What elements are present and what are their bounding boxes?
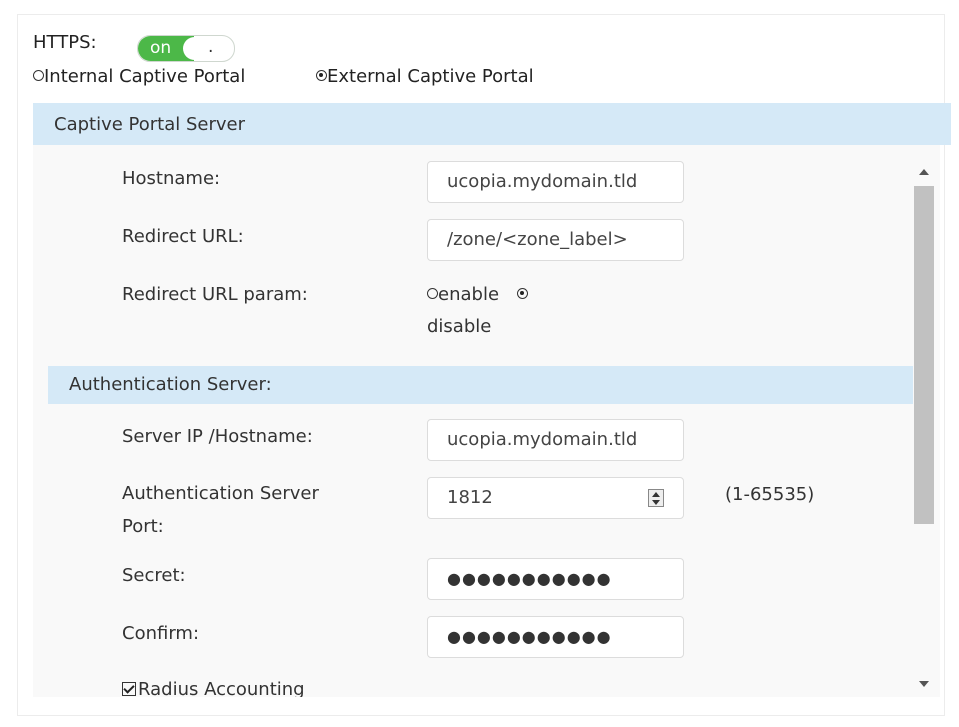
https-label: HTTPS:: [33, 32, 97, 53]
auth-port-label-line1: Authentication Server: [122, 483, 319, 504]
captive-portal-server-title: Captive Portal Server: [54, 114, 245, 135]
redirect-param-label: Redirect URL param:: [122, 284, 308, 305]
confirm-label: Confirm:: [122, 623, 200, 644]
settings-scroll-area: Hostname: ucopia.mydomain.tld Redirect U…: [33, 145, 940, 697]
https-toggle-off-label: .: [208, 37, 214, 57]
redirect-param-enable-label: enable: [438, 284, 500, 305]
authentication-server-header: Authentication Server:: [48, 366, 913, 404]
external-portal-option[interactable]: External Captive Portal: [316, 66, 534, 87]
redirect-param-enable-radio[interactable]: [427, 288, 438, 299]
confirm-input[interactable]: ●●●●●●●●●●●: [427, 616, 684, 658]
secret-label: Secret:: [122, 565, 186, 586]
redirect-param-disable-label: disable: [427, 316, 492, 337]
internal-portal-label: Internal Captive Portal: [44, 66, 246, 87]
external-portal-label: External Captive Portal: [327, 66, 534, 87]
redirect-param-disable-radio[interactable]: [516, 288, 528, 299]
redirect-url-label: Redirect URL:: [122, 226, 244, 247]
captive-portal-server-header: Captive Portal Server: [33, 103, 951, 145]
hostname-label: Hostname:: [122, 168, 221, 189]
internal-portal-radio[interactable]: [33, 70, 44, 81]
secret-input[interactable]: ●●●●●●●●●●●: [427, 558, 684, 600]
external-portal-radio[interactable]: [316, 70, 327, 81]
scrollbar-thumb[interactable]: [914, 186, 934, 524]
radius-accounting-checkbox[interactable]: [122, 682, 136, 696]
scroll-up-arrow-icon[interactable]: [919, 169, 929, 175]
redirect-url-input[interactable]: /zone/<zone_label>: [427, 219, 684, 261]
radius-accounting-label: Radius Accounting: [138, 679, 305, 697]
hostname-input[interactable]: ucopia.mydomain.tld: [427, 161, 684, 203]
auth-port-label-line2: Port:: [122, 516, 164, 537]
radius-accounting-option[interactable]: Radius Accounting: [122, 674, 305, 697]
internal-portal-option[interactable]: Internal Captive Portal: [33, 66, 245, 87]
authentication-server-title: Authentication Server:: [69, 374, 272, 395]
auth-port-range: (1-65535): [725, 484, 815, 505]
auth-port-value: 1812: [447, 487, 493, 508]
scroll-down-arrow-icon[interactable]: [919, 681, 929, 687]
port-stepper-icon[interactable]: [648, 489, 664, 507]
toggle-knob: [183, 37, 206, 60]
https-toggle[interactable]: on .: [137, 35, 235, 62]
server-hostname-input[interactable]: ucopia.mydomain.tld: [427, 419, 684, 461]
vertical-scrollbar[interactable]: [914, 160, 934, 696]
server-hostname-label: Server IP /Hostname:: [122, 426, 313, 447]
redirect-param-options: enable: [427, 279, 528, 310]
auth-port-input[interactable]: 1812: [427, 477, 684, 519]
